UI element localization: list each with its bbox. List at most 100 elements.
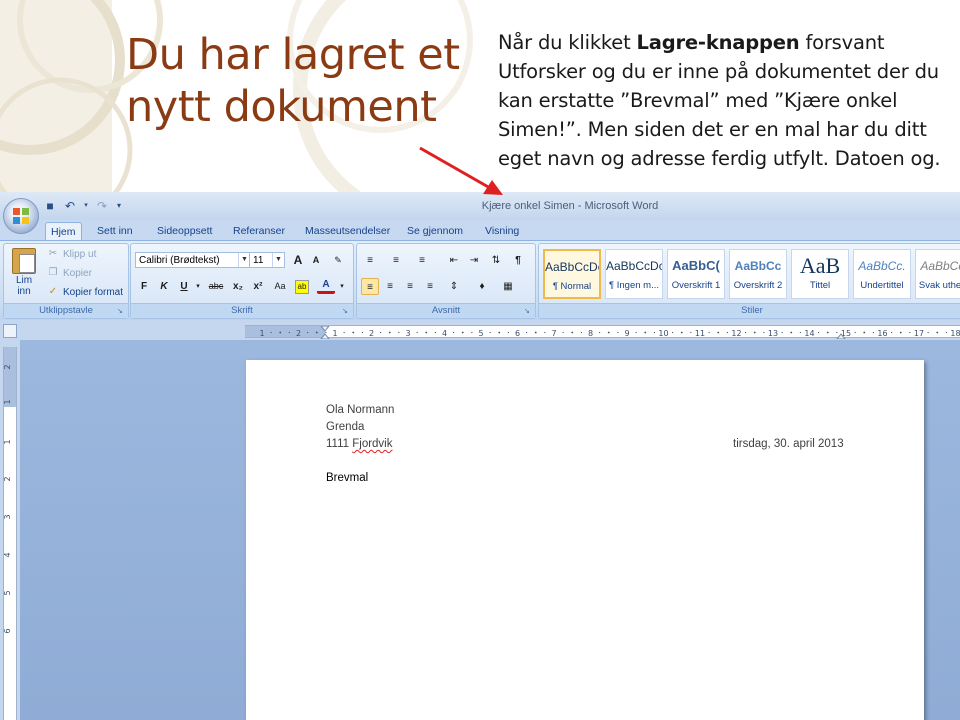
ruler-tick-dot — [635, 331, 637, 334]
align-right-button[interactable]: ≡ — [401, 278, 419, 295]
subscript-button[interactable]: x₂ — [229, 278, 247, 295]
ruler-tick-dot — [352, 331, 355, 334]
font-color-button[interactable]: A — [317, 278, 335, 294]
ruler-tick-dot — [270, 331, 272, 334]
justify-button[interactable]: ≡ — [421, 278, 439, 295]
chevron-down-icon: ▼ — [272, 253, 284, 267]
decrease-indent-icon: ⇤ — [449, 255, 459, 266]
paste-button[interactable]: Lim inn — [7, 246, 41, 304]
multilevel-list-button[interactable]: ≡ — [413, 252, 431, 269]
letter-body: Brevmal — [326, 472, 369, 484]
tab-selector[interactable] — [3, 324, 17, 338]
vertical-ruler[interactable]: 2 1 1 2 3 4 5 6 — [3, 347, 17, 720]
ruler-tick-label: 17 — [914, 329, 924, 338]
document-page[interactable]: Ola Normann Grenda 1111 Fjordvik tirsdag… — [246, 360, 924, 720]
window-title: Kjære onkel Simen - Microsoft Word — [481, 200, 659, 212]
letter-date: tirsdag, 30. april 2013 — [733, 438, 844, 450]
vertical-ruler-tick-label: 1 — [4, 439, 12, 444]
sort-button[interactable]: ⇅ — [487, 252, 505, 269]
copy-button[interactable]: ❐ Kopier — [46, 266, 92, 282]
strikethrough-button[interactable]: abc — [205, 278, 227, 295]
clear-formatting-button[interactable]: ✎ — [329, 252, 347, 269]
format-painter-button[interactable]: ✓ Kopier format — [46, 285, 123, 301]
cut-button[interactable]: ✂ Klipp ut — [46, 247, 97, 263]
first-line-indent-marker[interactable] — [320, 326, 330, 332]
vertical-ruler-ticks: 2 1 1 2 3 4 5 6 — [4, 364, 12, 633]
tab-masseutsendelser[interactable]: Masseutsendelser — [300, 222, 395, 240]
ruler-tick-dot — [607, 331, 610, 334]
ruler-tick-label: 10 — [658, 329, 668, 338]
font-color-dropdown-icon[interactable]: ▾ — [337, 278, 347, 295]
undo-dropdown-icon[interactable]: ▾ — [82, 198, 90, 214]
horizontal-ruler[interactable]: 1 2 1 2 3 4 5 6 7 8 9 10 11 12 13 14 15 16 17 18 — [245, 325, 960, 339]
superscript-button[interactable]: x² — [249, 278, 267, 295]
hanging-indent-marker[interactable] — [320, 333, 330, 339]
redo-icon[interactable]: ↷ — [94, 198, 110, 214]
multilevel-list-icon: ≡ — [419, 255, 425, 266]
increase-indent-button[interactable]: ⇥ — [465, 252, 483, 269]
paste-label-2: inn — [17, 286, 31, 297]
grow-font-button[interactable]: A — [289, 252, 307, 269]
office-button[interactable] — [3, 198, 39, 234]
font-launcher-icon[interactable]: ↘ — [342, 308, 350, 316]
align-center-icon: ≡ — [387, 281, 393, 292]
style-svak-utheving[interactable]: AaBbCcI Svak uthe... — [915, 249, 960, 299]
ruler-tick-dot — [343, 331, 345, 334]
align-center-button[interactable]: ≡ — [381, 278, 399, 295]
copy-label: Kopier — [63, 268, 92, 279]
vertical-ruler-tick-label: 1 — [4, 399, 12, 404]
tab-hjem[interactable]: Hjem — [45, 222, 82, 241]
numbering-button[interactable]: ≡ — [387, 252, 405, 269]
sender-city: Fjordvik — [352, 438, 393, 450]
paragraph-launcher-icon[interactable]: ↘ — [524, 308, 532, 316]
highlight-button[interactable]: ab — [293, 278, 311, 295]
ruler-tick-dot — [489, 331, 491, 334]
line-spacing-button[interactable]: ⇕ — [445, 278, 463, 295]
sender-name: Ola Normann — [326, 404, 395, 416]
ruler-tick-dot — [909, 331, 911, 334]
ruler-tick-dot — [753, 331, 756, 334]
shading-button[interactable]: ♦ — [473, 278, 491, 295]
ruler-tick-dot — [790, 331, 793, 334]
font-group: Calibri (Brødtekst) ▼ 11 ▼ A A ✎ F K U ▾ a… — [130, 243, 354, 319]
save-icon[interactable]: ■ — [42, 198, 58, 214]
ruler-tick-dot — [672, 331, 674, 334]
bullets-button[interactable]: ≡ — [361, 252, 379, 269]
style-undertittel[interactable]: AaBbCc. Undertittel — [853, 249, 911, 299]
ruler-tick-dot — [507, 331, 509, 334]
italic-button[interactable]: K — [155, 278, 173, 295]
underline-dropdown-icon[interactable]: ▾ — [193, 278, 203, 295]
bold-button[interactable]: F — [135, 278, 153, 295]
decrease-indent-button[interactable]: ⇤ — [445, 252, 463, 269]
clipboard-launcher-icon[interactable]: ↘ — [117, 308, 125, 316]
tab-referanser[interactable]: Referanser — [228, 222, 290, 240]
tab-sideoppsett[interactable]: Sideoppsett — [152, 222, 217, 240]
borders-button[interactable]: ▦ — [499, 278, 517, 295]
change-case-button[interactable]: Aa — [271, 278, 289, 295]
font-size-combo[interactable]: 11 ▼ — [249, 252, 285, 268]
style-preview: AaBbCcDc — [545, 260, 599, 274]
tab-sett-inn[interactable]: Sett inn — [92, 222, 138, 240]
style-normal[interactable]: AaBbCcDc ¶ Normal — [543, 249, 601, 299]
font-name-combo[interactable]: Calibri (Brødtekst) ▼ — [135, 252, 251, 268]
style-tittel[interactable]: AaB Tittel — [791, 249, 849, 299]
bullet-list-icon: ≡ — [367, 255, 373, 266]
ruler-tick-dot — [863, 331, 866, 334]
style-ingen-mellomrom[interactable]: AaBbCcDc ¶ Ingen m... — [605, 249, 663, 299]
underline-button[interactable]: U — [175, 278, 193, 295]
style-overskrift-1[interactable]: AaBbC(Overskrift 1 — [667, 249, 725, 299]
ruler-tick-dot — [325, 331, 327, 334]
tab-se-gjennom[interactable]: Se gjennom — [402, 222, 468, 240]
tab-visning[interactable]: Visning — [480, 222, 524, 240]
undo-icon[interactable]: ↶ — [62, 198, 78, 214]
customize-qat-icon[interactable]: ▾ — [114, 198, 124, 214]
ruler-tick-dot — [398, 331, 400, 334]
ribbon: Lim inn ✂ Klipp ut ❐ Kopier ✓ Kopier format… — [0, 240, 960, 321]
align-left-button[interactable]: ≡ — [361, 278, 379, 295]
shrink-font-button[interactable]: A — [307, 252, 325, 269]
style-overskrift-2[interactable]: AaBbCc Overskrift 2 — [729, 249, 787, 299]
ruler-tick-label: 1 — [332, 329, 337, 338]
show-formatting-button[interactable]: ¶ — [509, 252, 527, 269]
font-name-value: Calibri (Brødtekst) — [139, 255, 220, 266]
align-right-icon: ≡ — [407, 281, 413, 292]
